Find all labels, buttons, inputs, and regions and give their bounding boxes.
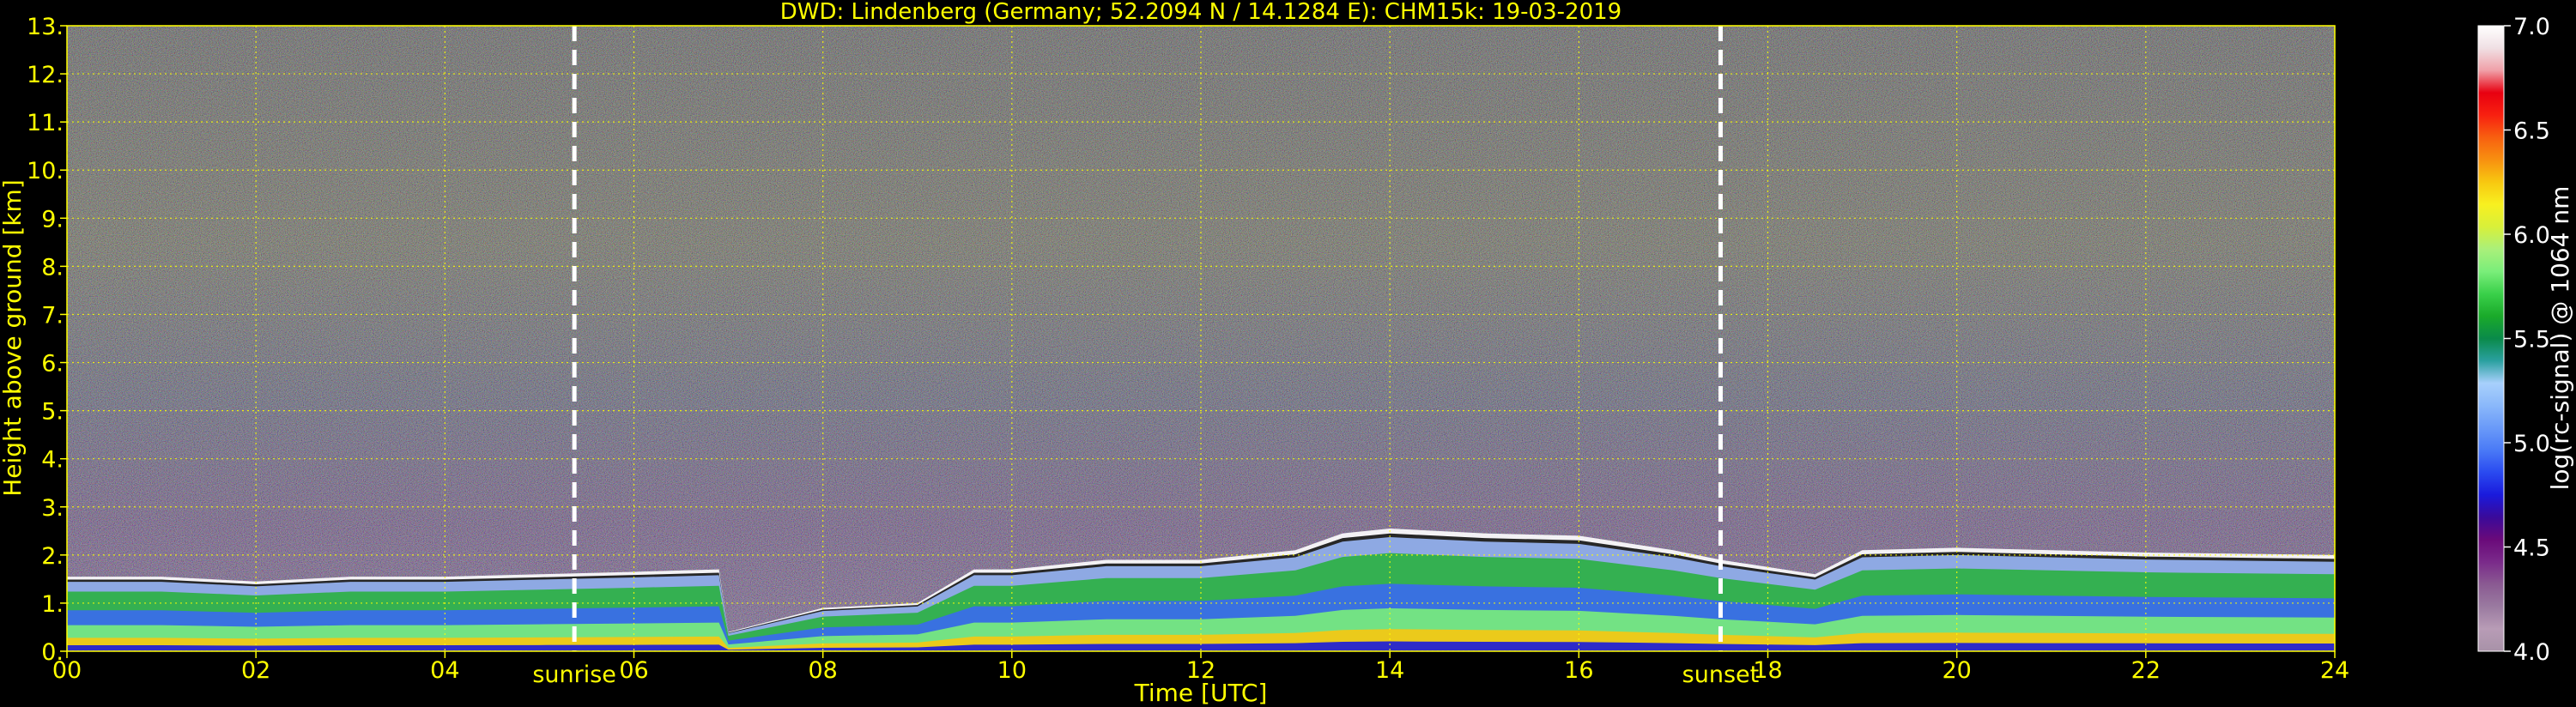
y-tick-label-0: 0. xyxy=(41,639,64,666)
x-tick-label-14: 14 xyxy=(1375,657,1404,684)
colorbar-tick-label-4.0: 4.0 xyxy=(2513,639,2550,666)
sunrise-label: sunrise xyxy=(532,662,616,688)
colorbar-tick-label-4.5: 4.5 xyxy=(2513,535,2550,562)
y-tick-label-12: 12. xyxy=(27,62,64,88)
colorbar-ticks: 4.0 4.5 5.0 5.5 6.0 6.5 7.0 xyxy=(2504,14,2550,666)
colorbar-tick-label-6.0: 6.0 xyxy=(2513,222,2550,249)
y-tick-label-4: 4. xyxy=(41,447,64,474)
colorbar-fill xyxy=(2478,26,2504,651)
y-tick-label-5: 5. xyxy=(41,399,64,426)
y-tick-label-13: 13. xyxy=(27,14,64,40)
x-tick-label-22: 22 xyxy=(2131,657,2161,684)
x-tick-label-16: 16 xyxy=(1564,657,1593,684)
x-tick-label-20: 20 xyxy=(1942,657,1971,684)
y-axis-ticks: 0. 1. 2. 3. 4. 5. 6. 7. 8. 9. 10. 11. 12. 13. xyxy=(27,14,67,666)
colorbar-tick-label-6.5: 6.5 xyxy=(2513,118,2550,145)
y-tick-label-9: 9. xyxy=(41,206,64,233)
ceilometer-chart: DWD: Lindenberg (Germany; 52.2094 N / 14… xyxy=(0,0,2574,707)
y-tick-label-2: 2. xyxy=(41,543,64,570)
plot-area xyxy=(67,26,2335,651)
colorbar-tick-label-5.5: 5.5 xyxy=(2513,327,2550,354)
x-tick-label-02: 02 xyxy=(241,657,270,684)
x-tick-label-06: 06 xyxy=(619,657,648,684)
chart-title: DWD: Lindenberg (Germany; 52.2094 N / 14… xyxy=(780,0,1621,25)
colorbar: 4.0 4.5 5.0 5.5 6.0 6.5 7.0 log(rc-signal) @ 1… xyxy=(2477,14,2574,666)
colorbar-label: log(rc-signal) @ 1064 nm xyxy=(2546,186,2574,491)
sunset-label: sunset xyxy=(1682,662,1760,688)
x-tick-label-08: 08 xyxy=(808,657,837,684)
x-tick-label-24: 24 xyxy=(2320,657,2349,684)
y-tick-label-1: 1. xyxy=(41,591,64,618)
x-tick-label-04: 04 xyxy=(430,657,459,684)
y-axis-label: Height above ground [km] xyxy=(0,179,27,497)
x-axis-label: Time [UTC] xyxy=(1134,679,1268,707)
y-tick-label-3: 3. xyxy=(41,495,64,522)
y-tick-label-11: 11. xyxy=(27,110,64,136)
colorbar-tick-label-7.0: 7.0 xyxy=(2513,14,2550,40)
y-tick-label-8: 8. xyxy=(41,254,64,281)
x-tick-label-10: 10 xyxy=(997,657,1027,684)
y-tick-label-6: 6. xyxy=(41,351,64,378)
y-tick-label-10: 10. xyxy=(27,158,64,184)
y-tick-label-7: 7. xyxy=(41,302,64,329)
colorbar-tick-label-5.0: 5.0 xyxy=(2513,431,2550,457)
